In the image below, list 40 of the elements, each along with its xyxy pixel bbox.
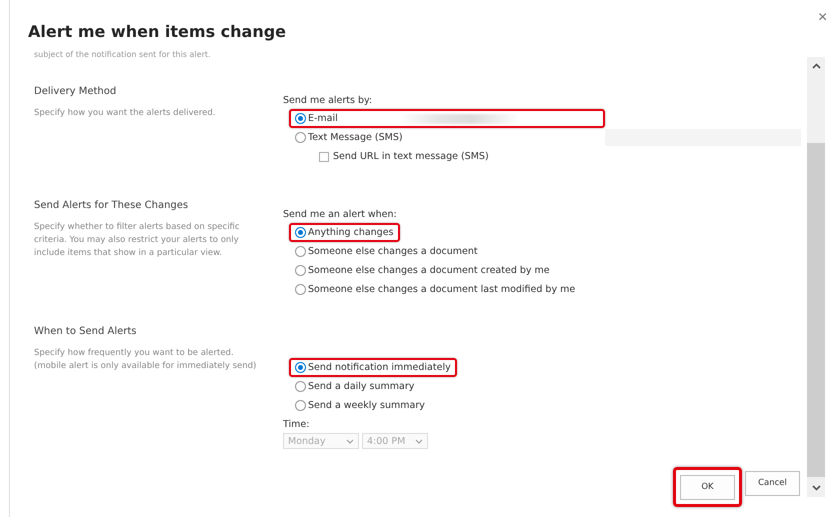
dialog-button[interactable]: Cancel bbox=[745, 470, 800, 496]
dialog-title: Alert me when items change bbox=[28, 22, 286, 41]
option-label[interactable]: Text Message (SMS) bbox=[308, 132, 403, 143]
chevron-down-icon bbox=[346, 438, 354, 444]
option-label[interactable]: Send a weekly summary bbox=[308, 400, 425, 411]
option-label[interactable]: Someone else changes a document bbox=[308, 246, 478, 257]
section-description: Specify whether to filter alerts based on specific criteria. You may also restrict your alerts to only include items that show in a particular view. bbox=[34, 221, 241, 260]
option-label[interactable]: Send notification immediately bbox=[308, 362, 451, 373]
radio-button[interactable] bbox=[295, 227, 306, 238]
scroll-up-icon[interactable] bbox=[812, 63, 820, 69]
option-label[interactable]: Someone else changes a document last modified by me bbox=[308, 284, 576, 295]
dialog-button[interactable]: OK bbox=[680, 474, 735, 500]
checkbox[interactable] bbox=[319, 152, 329, 162]
field-label: Send me alerts by: bbox=[283, 95, 374, 106]
option-label[interactable]: Someone else changes a document created by me bbox=[308, 265, 550, 276]
radio-button[interactable] bbox=[295, 284, 306, 295]
option-label[interactable]: E-mail bbox=[308, 113, 338, 124]
checkbox-label[interactable]: Send URL in text message (SMS) bbox=[333, 151, 489, 162]
section-title: Delivery Method bbox=[34, 86, 118, 97]
radio-button[interactable] bbox=[295, 265, 306, 276]
radio-button[interactable] bbox=[295, 381, 306, 392]
chevron-down-icon bbox=[415, 438, 423, 444]
input-field[interactable] bbox=[605, 129, 801, 146]
radio-button[interactable] bbox=[295, 113, 306, 124]
section-description: Specify how you want the alerts delivered. bbox=[34, 107, 216, 120]
section-title: When to Send Alerts bbox=[34, 326, 138, 337]
section-title: Send Alerts for These Changes bbox=[34, 200, 190, 211]
field-label: Send me an alert when: bbox=[283, 209, 398, 220]
section-description: Specify how frequently you want to be alerted. (mobile alert is only available for immediately send) bbox=[34, 347, 258, 373]
close-button[interactable]: × bbox=[818, 10, 828, 26]
scrollbar[interactable] bbox=[807, 57, 825, 497]
option-label[interactable]: Send a daily summary bbox=[308, 381, 414, 392]
scroll-down-icon[interactable] bbox=[812, 485, 820, 491]
radio-button[interactable] bbox=[295, 246, 306, 257]
radio-button[interactable] bbox=[295, 400, 306, 411]
radio-button[interactable] bbox=[295, 132, 306, 143]
radio-button[interactable] bbox=[295, 362, 306, 373]
field-label: Time: bbox=[283, 419, 310, 430]
option-label[interactable]: Anything changes bbox=[308, 227, 394, 238]
description-text: subject of the notification sent for this alert. bbox=[34, 50, 211, 60]
